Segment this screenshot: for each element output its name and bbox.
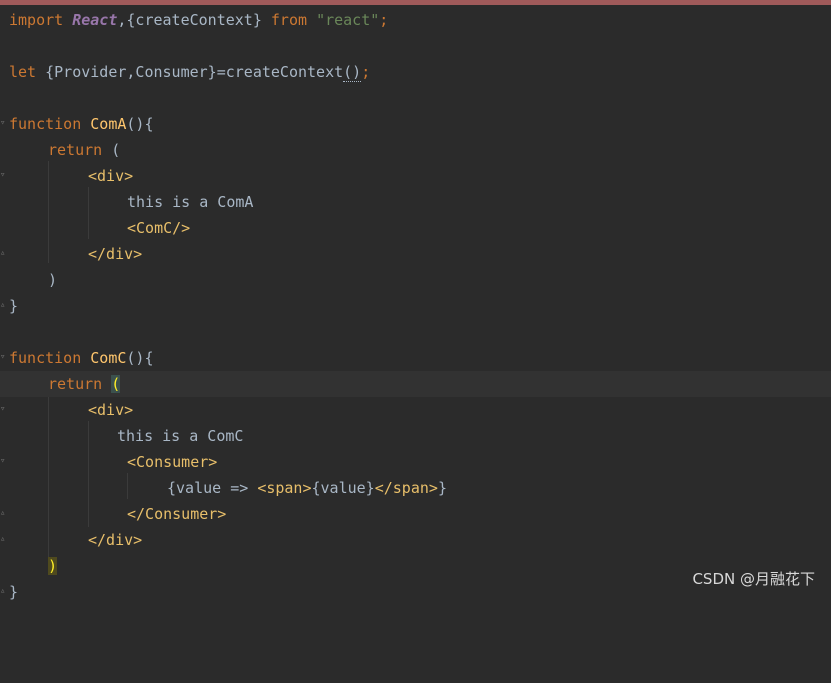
jsx-tag: </div> [88,531,143,549]
code-line-18[interactable]: ▿ <Consumer> [0,449,831,475]
keyword: let [9,63,46,81]
code-line-19[interactable]: {value => <span>{value}</span>} [0,475,831,501]
code-line-5[interactable]: ▿ function ComA(){ [0,111,831,137]
code-text: } [9,297,19,315]
code-line-3[interactable]: let {Provider,Consumer}=createContext(); [0,59,831,85]
code-line-9[interactable]: <ComC/> [0,215,831,241]
call-parens: () [343,63,362,82]
fold-marker-icon[interactable]: ▵ [0,535,6,544]
jsx-text: this is a ComA [127,193,254,211]
code-text: ) [48,271,58,289]
code-text: (){ [126,349,154,367]
keyword: return [48,375,112,393]
fold-marker-icon[interactable]: ▿ [0,353,6,362]
keyword: function [9,349,91,367]
code-line-8[interactable]: this is a ComA [0,189,831,215]
code-text: {Provider,Consumer}=createContext [45,63,344,81]
code-text: } [9,583,19,601]
semicolon: ; [361,63,371,81]
jsx-tag: </Consumer> [127,505,227,523]
jsx-tag: <Consumer> [127,453,218,471]
jsx-tag: <div> [88,167,134,185]
fold-marker-icon[interactable]: ▵ [0,587,6,596]
fold-marker-icon[interactable]: ▿ [0,119,6,128]
function-name: ComC [90,349,127,367]
code-line-11[interactable]: ) [0,267,831,293]
fold-marker-icon[interactable]: ▵ [0,249,6,258]
watermark: CSDN @月融花下 [692,570,815,588]
keyword: function [9,115,91,133]
keyword: from [270,11,317,29]
code-line-1[interactable]: import React,{createContext} from "react… [0,7,831,33]
jsx-tag: </span> [374,479,438,497]
semicolon: ; [379,11,389,29]
class-name: React [72,11,118,29]
fold-marker-icon[interactable]: ▿ [0,405,6,414]
jsx-tag: <span> [257,479,312,497]
code-line-10[interactable]: ▵ </div> [0,241,831,267]
code-line-15-current[interactable]: return ( [0,371,831,397]
code-editor[interactable]: import React,{createContext} from "react… [0,5,831,601]
code-line-12[interactable]: ▵ } [0,293,831,319]
matched-paren: ) [48,557,58,575]
keyword: import [9,11,73,29]
matched-paren: ( [111,375,121,393]
jsx-tag: <div> [88,401,134,419]
code-text: } [437,479,447,497]
string: "react" [316,11,380,29]
code-text: ( [111,141,121,159]
jsx-text: this is a ComC [117,427,244,445]
code-line-20[interactable]: ▵ </Consumer> [0,501,831,527]
code-text: (){ [126,115,154,133]
function-name: ComA [90,115,127,133]
fold-marker-icon[interactable]: ▵ [0,509,6,518]
fold-marker-icon[interactable]: ▿ [0,457,6,466]
keyword: return [48,141,112,159]
code-line-16[interactable]: ▿ <div> [0,397,831,423]
code-text: {value} [311,479,375,497]
code-line-14[interactable]: ▿ function ComC(){ [0,345,831,371]
fold-marker-icon[interactable]: ▿ [0,171,6,180]
code-text: {value => [167,479,258,497]
code-line-21[interactable]: ▵ </div> [0,527,831,553]
fold-marker-icon[interactable]: ▵ [0,301,6,310]
code-text: ,{createContext} [117,11,271,29]
code-line-6[interactable]: return ( [0,137,831,163]
jsx-tag: </div> [88,245,143,263]
jsx-tag: <ComC/> [127,219,191,237]
code-line-17[interactable]: this is a ComC [0,423,831,449]
code-line-7[interactable]: ▿ <div> [0,163,831,189]
